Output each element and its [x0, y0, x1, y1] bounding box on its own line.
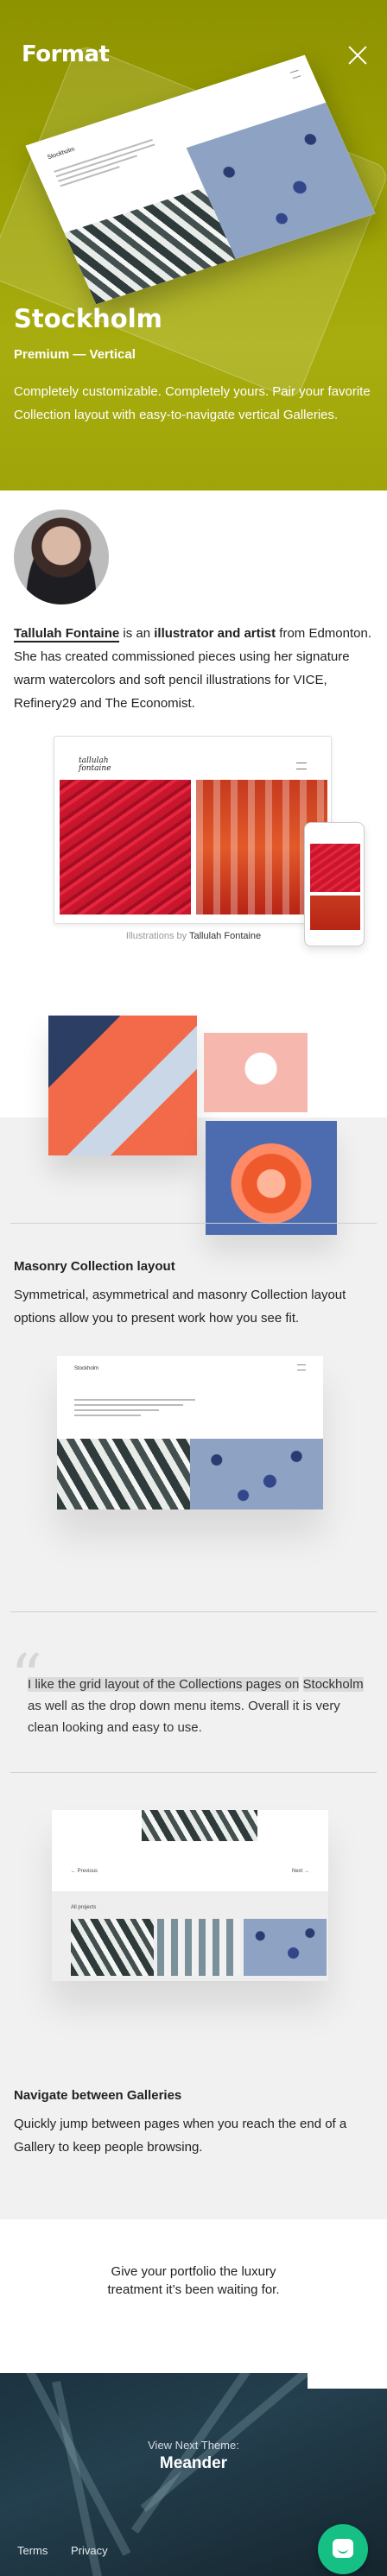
artist-avatar: [14, 510, 109, 604]
quote-rest: as well as the drop down menu items. Ove…: [28, 1699, 340, 1735]
artist-name-link[interactable]: Tallulah Fontaine: [14, 626, 120, 642]
quote-highlight-1: I like the grid layout of the Collection…: [28, 1677, 300, 1692]
preview-illustration-red: [60, 780, 191, 915]
masonry-description: Symmetrical, asymmetrical and masonry Co…: [14, 1288, 346, 1326]
preview-image-pattern: [190, 1439, 323, 1510]
close-icon[interactable]: [347, 45, 368, 66]
preview-site-name: Stockholm: [74, 1366, 99, 1371]
masonry-preview: Stockholm: [57, 1356, 323, 1510]
illustration-caption: Illustrations by Tallulah Fontaine: [0, 931, 387, 941]
preview-image-architecture: [57, 1439, 190, 1510]
desktop-preview: tallulah fontaine: [54, 736, 332, 924]
preview-thumb-architecture: [71, 1919, 154, 1976]
view-next-label: View Next Theme:: [148, 2439, 239, 2452]
palm-leaf-decoration: [130, 2373, 268, 2534]
navigate-title: Navigate between Galleries: [14, 2088, 182, 2103]
preview-artist-logo: tallulah fontaine: [79, 756, 111, 773]
navigate-description: Quickly jump between pages when you reac…: [14, 2117, 347, 2155]
cta-line-1: Give your portfolio the luxury: [111, 2264, 276, 2279]
privacy-link[interactable]: Privacy: [71, 2544, 108, 2557]
mobile-illustration-figures: [310, 896, 360, 930]
caption-prefix: Illustrations by: [125, 931, 189, 941]
artist-bio-connector: is an: [119, 626, 155, 641]
divider: [10, 1223, 377, 1224]
theme-description: Completely customizable. Completely your…: [14, 384, 371, 422]
masonry-title: Masonry Collection layout: [14, 1259, 175, 1274]
masonry-illustration-car: [48, 1016, 197, 1155]
cta-line-2: treatment it’s been waiting for.: [107, 2282, 280, 2297]
preview-thumb-pattern: [244, 1919, 327, 1976]
mobile-illustration-red: [310, 844, 360, 892]
quote-highlight-2: Stockholm: [302, 1677, 364, 1692]
preview-next-link: Next →: [291, 1869, 309, 1874]
artist-bio: Tallulah Fontaine is an illustrator and …: [14, 622, 373, 715]
testimonial-quote: I like the grid layout of the Collection…: [28, 1674, 373, 1738]
artist-role: illustrator and artist: [154, 626, 276, 641]
mobile-preview: [304, 822, 365, 946]
footer-corner-block: [308, 2373, 387, 2389]
cta-text: Give your portfolio the luxury treatment…: [0, 2263, 387, 2299]
theme-title: Stockholm: [14, 304, 162, 333]
preview-text-lines: [74, 1399, 195, 1420]
hamburger-icon: [289, 69, 301, 79]
divider: [10, 1611, 377, 1612]
preview-site-name: Stockholm: [46, 146, 76, 161]
chat-button[interactable]: [318, 2524, 368, 2574]
preview-all-projects: All projects: [71, 1905, 97, 1910]
chat-bubble-icon: [333, 2539, 353, 2558]
terms-link[interactable]: Terms: [17, 2544, 48, 2557]
caption-credit: Tallulah Fontaine: [189, 931, 262, 941]
masonry-illustration-hand: [206, 1121, 337, 1235]
preview-prev-link: ← Previous: [71, 1869, 98, 1874]
preview-thumb-gallery: [157, 1919, 240, 1976]
divider: [10, 1772, 377, 1773]
gallery-nav-preview: ← Previous Next → All projects: [52, 1810, 328, 1981]
masonry-illustration-snowman: [204, 1033, 308, 1112]
hamburger-icon: [297, 1364, 306, 1370]
next-theme-link[interactable]: Meander: [0, 2454, 387, 2473]
hamburger-icon: [296, 763, 307, 769]
format-logo[interactable]: Format: [22, 41, 110, 67]
preview-image-architecture: [142, 1810, 257, 1841]
theme-subtitle: Premium — Vertical: [14, 347, 136, 362]
